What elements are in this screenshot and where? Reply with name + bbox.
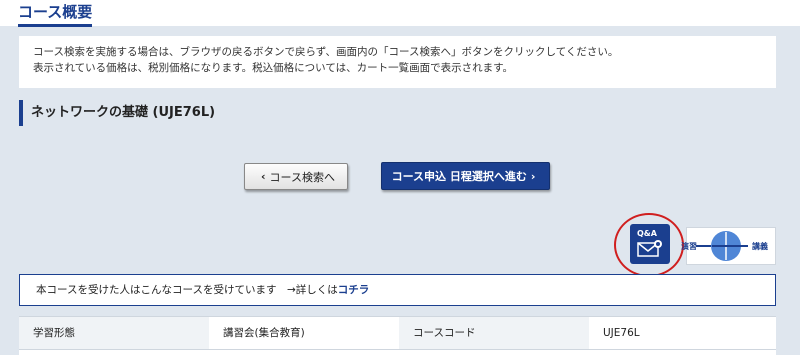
chevron-right-icon: › (530, 169, 536, 183)
envelope-icon (637, 240, 662, 257)
table-row-divider (19, 349, 776, 350)
flow-diagram-icon (696, 231, 748, 261)
recommend-link[interactable]: コチラ (338, 284, 370, 296)
table-value-learning-type: 講習会(集合教育) (223, 327, 305, 339)
qa-mail-button[interactable]: Q&A (630, 224, 670, 264)
notice-line-2: 表示されている価格は、税別価格になります。税込価格については、カート一覧画面で表… (33, 62, 514, 74)
table-value-course-code: UJE76L (603, 327, 640, 339)
course-title: ネットワークの基礎 (UJE76L) (19, 100, 215, 126)
table-label-learning-type: 学習形態 (19, 317, 209, 349)
back-to-search-button[interactable]: ‹ コース検索へ (244, 163, 348, 190)
flow-label-lecture: 講義 (752, 242, 768, 251)
apply-course-button[interactable]: コース申込 日程選択へ進む › (381, 162, 550, 190)
notice-line-1: コース検索を実施する場合は、ブラウザの戻るボタンで戻らず、画面内の「コース検索へ… (33, 46, 619, 58)
chevron-left-icon: ‹ (261, 170, 266, 183)
recommend-box: 本コースを受けた人はこんなコースを受けています →詳しくはコチラ (19, 274, 776, 306)
recommend-text: 本コースを受けた人はこんなコースを受けています →詳しくは (36, 284, 338, 296)
course-info-table: 学習形態 講習会(集合教育) コースコード UJE76L (19, 316, 776, 355)
apply-course-label: コース申込 日程選択へ進む (391, 170, 527, 183)
page-header: コース概要 (0, 0, 800, 27)
flow-label-practice: 演習 (681, 242, 697, 251)
table-label-course-code: コースコード (399, 317, 589, 349)
notice-box: コース検索を実施する場合は、ブラウザの戻るボタンで戻らず、画面内の「コース検索へ… (19, 36, 776, 88)
back-to-search-label: コース検索へ (269, 170, 335, 184)
qa-label: Q&A (637, 229, 657, 238)
page-title: コース概要 (18, 4, 93, 27)
